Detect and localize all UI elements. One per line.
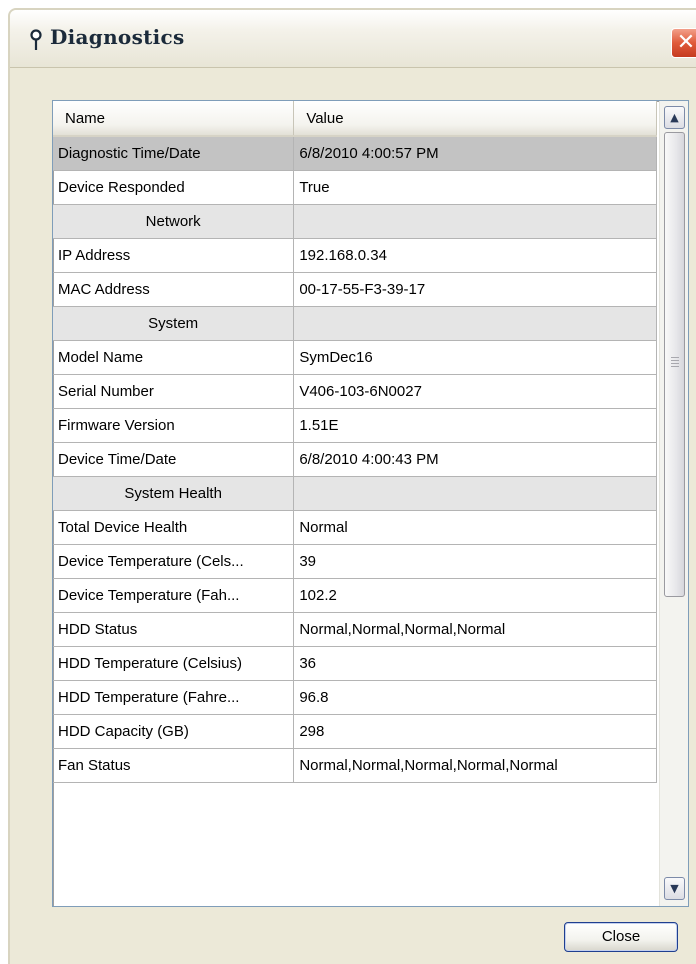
section-row[interactable]: System Health <box>53 475 657 511</box>
row-value-cell: 39 <box>293 543 657 579</box>
close-button[interactable]: Close <box>564 922 678 952</box>
scroll-thumb[interactable] <box>664 132 685 597</box>
row-value-cell <box>293 475 657 511</box>
table-row[interactable]: Device Time/Date 6/8/2010 4:00:43 PM <box>53 441 657 477</box>
window-title: Diagnostics <box>50 25 185 49</box>
row-value-cell: 96.8 <box>293 679 657 715</box>
row-value-cell: 298 <box>293 713 657 749</box>
row-value-cell: 00-17-55-F3-39-17 <box>293 271 657 307</box>
row-name-cell: Fan Status <box>53 747 295 783</box>
row-value-cell: 36 <box>293 645 657 681</box>
table-row[interactable]: HDD Temperature (Celsius) 36 <box>53 645 657 681</box>
table-row[interactable]: Serial Number V406-103-6N0027 <box>53 373 657 409</box>
row-value-cell: 192.168.0.34 <box>293 237 657 273</box>
scroll-up-button[interactable]: ▲ <box>664 106 685 129</box>
table-row[interactable]: IP Address 192.168.0.34 <box>53 237 657 273</box>
section-label: System Health <box>53 475 295 511</box>
vertical-scrollbar[interactable]: ▲ ▼ <box>659 101 688 906</box>
chevron-up-icon: ▲ <box>670 111 679 124</box>
row-value-cell: 102.2 <box>293 577 657 613</box>
table-row[interactable]: Fan Status Normal,Normal,Normal,Normal,No… <box>53 747 657 783</box>
table-row[interactable]: Diagnostic Time/Date 6/8/2010 4:00:57 PM <box>53 135 657 171</box>
table-row[interactable]: HDD Temperature (Fahre... 96.8 <box>53 679 657 715</box>
row-value-cell <box>293 203 657 239</box>
grip-line <box>671 363 679 364</box>
table-row[interactable]: Device Temperature (Cels... 39 <box>53 543 657 579</box>
row-name-cell: Device Temperature (Fah... <box>53 577 295 613</box>
row-value-cell: 6/8/2010 4:00:57 PM <box>293 135 657 171</box>
table-row[interactable]: Device Responded True <box>53 169 657 205</box>
column-header-value[interactable]: Value <box>293 101 657 137</box>
section-row[interactable]: System <box>53 305 657 341</box>
diagnostics-table: Name Value Diagnostic Time/Date 6/8/2010 … <box>53 101 657 783</box>
scroll-down-button[interactable]: ▼ <box>664 877 685 900</box>
row-name-cell: HDD Status <box>53 611 295 647</box>
row-value-cell: V406-103-6N0027 <box>293 373 657 409</box>
diagnostics-grid: Name Value Diagnostic Time/Date 6/8/2010 … <box>52 100 689 907</box>
row-name-cell: HDD Temperature (Fahre... <box>53 679 295 715</box>
row-name-cell: IP Address <box>53 237 295 273</box>
row-name-cell: HDD Capacity (GB) <box>53 713 295 749</box>
section-row[interactable]: Network <box>53 203 657 239</box>
column-header-name[interactable]: Name <box>53 101 295 137</box>
row-name-cell: Device Responded <box>53 169 295 205</box>
row-name-cell: MAC Address <box>53 271 295 307</box>
row-name-cell: Total Device Health <box>53 509 295 545</box>
row-name-cell: Diagnostic Time/Date <box>53 135 295 171</box>
row-name-cell: Device Time/Date <box>53 441 295 477</box>
table-row[interactable]: Model Name SymDec16 <box>53 339 657 375</box>
close-icon: ✕ <box>676 30 696 55</box>
table-row[interactable]: Device Temperature (Fah... 102.2 <box>53 577 657 613</box>
row-name-cell: Firmware Version <box>53 407 295 443</box>
row-value-cell: True <box>293 169 657 205</box>
title-bar[interactable]: Diagnostics ✕ <box>10 10 696 68</box>
chevron-down-icon: ▼ <box>670 882 679 895</box>
row-value-cell: Normal,Normal,Normal,Normal,Normal <box>293 747 657 783</box>
table-row[interactable]: HDD Capacity (GB) 298 <box>53 713 657 749</box>
row-name-cell: Serial Number <box>53 373 295 409</box>
table-row[interactable]: Total Device Health Normal <box>53 509 657 545</box>
row-value-cell: 1.51E <box>293 407 657 443</box>
grip-line <box>671 360 679 361</box>
section-label: Network <box>53 203 295 239</box>
section-label: System <box>53 305 295 341</box>
header-row: Name Value <box>53 101 657 137</box>
title-close-button[interactable]: ✕ <box>671 28 696 58</box>
table-row[interactable]: MAC Address 00-17-55-F3-39-17 <box>53 271 657 307</box>
row-value-cell: 6/8/2010 4:00:43 PM <box>293 441 657 477</box>
row-name-cell: Model Name <box>53 339 295 375</box>
grip-line <box>671 366 679 367</box>
row-value-cell: Normal,Normal,Normal,Normal <box>293 611 657 647</box>
row-name-cell: HDD Temperature (Celsius) <box>53 645 295 681</box>
row-name-cell: Device Temperature (Cels... <box>53 543 295 579</box>
grip-line <box>671 357 679 358</box>
diagnostics-window: Diagnostics ✕ Name Value Diagnostic Time… <box>8 8 696 964</box>
row-value-cell: Normal <box>293 509 657 545</box>
row-value-cell: SymDec16 <box>293 339 657 375</box>
pin-icon <box>30 29 42 50</box>
table-row[interactable]: Firmware Version 1.51E <box>53 407 657 443</box>
grid-body: Diagnostic Time/Date 6/8/2010 4:00:57 PM D… <box>53 135 657 783</box>
table-row[interactable]: HDD Status Normal,Normal,Normal,Normal <box>53 611 657 647</box>
row-value-cell <box>293 305 657 341</box>
